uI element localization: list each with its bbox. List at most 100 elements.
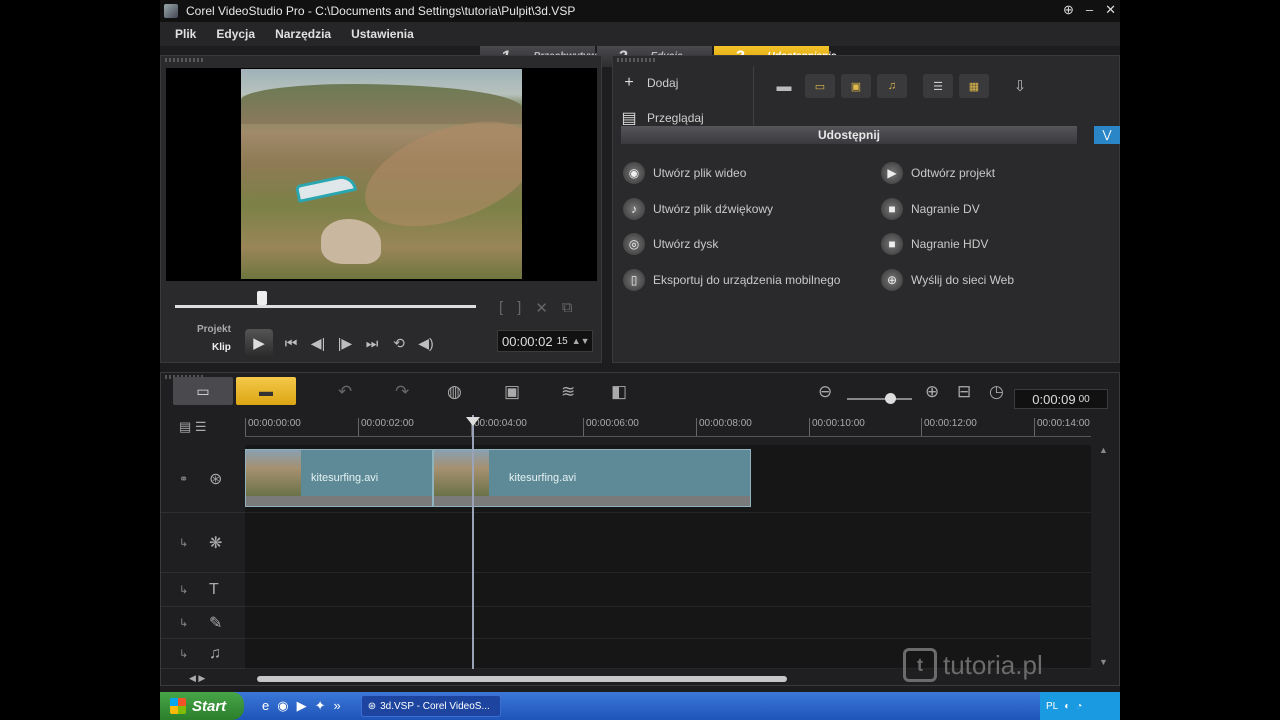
time-ruler[interactable]: 00:00:00:00 00:00:02:00 00:00:04:00 00:0… (245, 415, 1091, 437)
cut-icon[interactable]: ✕ (535, 299, 548, 317)
create-disc[interactable]: ◎ Utwórz dysk (623, 233, 718, 255)
audio-mixer-icon[interactable]: ▣ (504, 382, 520, 402)
repeat-icon[interactable]: ⟲ (390, 335, 408, 352)
menu-settings[interactable]: Ustawienia (341, 27, 424, 41)
list-view-button[interactable]: ☰ (923, 74, 953, 98)
previous-frame-icon[interactable]: ◀| (309, 335, 327, 352)
fit-project-icon[interactable]: ⊟ (957, 382, 971, 402)
create-audio-file[interactable]: ♪ Utwórz plik dźwiękowy (623, 198, 773, 220)
tray-icon[interactable]: ◔ (1076, 701, 1082, 712)
hdv-recording[interactable]: ■ Nagranie HDV (881, 233, 988, 255)
home-icon[interactable]: ⏮ (282, 335, 300, 352)
video-track-header: ⚭ ⊛ (161, 445, 245, 513)
volume-icon[interactable]: ◀) (417, 335, 435, 352)
mode-clip[interactable]: Klip (212, 342, 231, 353)
voice-track[interactable] (245, 607, 1091, 639)
tray-icon[interactable]: ◐ (1064, 701, 1070, 712)
mark-in-icon[interactable]: [ (499, 299, 503, 317)
link-icon[interactable]: ⚭ (179, 472, 188, 485)
overlay-lock-icon[interactable]: ↳ (179, 536, 188, 549)
start-button[interactable]: Start (160, 692, 244, 720)
expand-icon[interactable]: ⋁ (1094, 126, 1120, 144)
overlay-track[interactable] (245, 513, 1091, 573)
minimize-icon[interactable]: – (1086, 2, 1093, 18)
help-icon[interactable]: ⊕ (1063, 2, 1074, 18)
videostudio-task-icon: ⊛ (367, 700, 377, 712)
zoom-out-icon[interactable]: ⊖ (818, 382, 832, 402)
playhead-handle[interactable] (466, 417, 480, 426)
photo-filter-button[interactable]: ▣ (841, 74, 871, 98)
browse-button[interactable]: ▤ Przeglądaj (621, 108, 703, 128)
clip-thumbnail (434, 450, 489, 496)
taskbar-task-videostudio[interactable]: ⊛ 3d.VSP - Corel VideoS... (360, 695, 501, 717)
close-icon[interactable]: ✕ (1105, 2, 1116, 18)
playhead[interactable] (472, 415, 474, 669)
add-button[interactable]: + Dodaj (621, 74, 678, 92)
play-project[interactable]: ▶ Odtwórz projekt (881, 162, 995, 184)
timecode-spinner-icon[interactable]: ▲▼ (572, 336, 590, 346)
mark-out-icon[interactable]: ] (517, 299, 521, 317)
menu-edit[interactable]: Edycja (206, 27, 265, 41)
horizontal-scrollbar[interactable] (257, 676, 787, 682)
share-panel: + Dodaj ▤ Przeglądaj ▬ ▭ ▣ ♫ ☰ ▦ ⇩ Udost… (612, 55, 1120, 363)
create-video-file[interactable]: ◉ Utwórz plik wideo (623, 162, 746, 184)
mode-project[interactable]: Projekt (197, 324, 231, 335)
firefox-icon[interactable]: ◉ (277, 698, 288, 714)
audio-filter-button[interactable]: ♫ (877, 74, 907, 98)
trim-controls: [ ] ✕ ⧉ (499, 299, 573, 317)
panel-grip[interactable] (165, 58, 205, 62)
video-clip[interactable]: kitesurfing.avi (245, 449, 433, 507)
title-track[interactable] (245, 573, 1091, 607)
export-mobile[interactable]: ▯ Eksportuj do urządzenia mobilnego (623, 269, 840, 291)
panel-grip[interactable] (617, 58, 657, 62)
preview-screen (166, 68, 597, 281)
upload-web[interactable]: ⊕ Wyślij do sieci Web (881, 269, 1014, 291)
voice-lock-icon[interactable]: ↳ (179, 616, 188, 629)
menu-file[interactable]: Plik (160, 27, 206, 41)
end-icon[interactable]: ⏭ (363, 335, 381, 352)
taskbar: Start e ◉ ▶ ✦ » ⊛ 3d.VSP - Corel VideoS.… (160, 692, 1120, 720)
scrub-handle[interactable] (257, 291, 268, 305)
storyboard-view-button[interactable]: ▭ (173, 377, 233, 405)
music-track-header: ↳ ♫ (161, 639, 245, 669)
dv-recording[interactable]: ■ Nagranie DV (881, 198, 980, 220)
auto-music-icon[interactable]: ≋ (561, 382, 575, 402)
undo-icon[interactable]: ↶ (338, 382, 352, 402)
enlarge-icon[interactable]: ⧉ (562, 299, 573, 317)
scroll-arrows[interactable]: ◀ ▶ (189, 673, 205, 684)
zoom-handle[interactable] (885, 393, 896, 404)
title-track-header: ↳ T (161, 573, 245, 607)
play-button[interactable]: ▶ (245, 329, 273, 357)
track-manager-icon[interactable]: ▤ ☰ (179, 419, 207, 435)
scroll-down-icon[interactable]: ▼ (1099, 657, 1108, 667)
redo-icon[interactable]: ↷ (395, 382, 409, 402)
video-clip[interactable]: kitesurfing.avi (433, 449, 751, 507)
video-filter-button[interactable]: ▭ (805, 74, 835, 98)
folder-icon[interactable]: ▬ (769, 74, 799, 98)
record-capture-icon[interactable]: ◍ (447, 382, 462, 402)
show-desktop-icon[interactable]: » (333, 698, 340, 714)
title-track-icon: T (209, 580, 219, 598)
projector-icon: ▶ (881, 162, 903, 184)
timecode-display[interactable]: 00:00:02 15 ▲▼ (497, 330, 593, 352)
scrub-bar[interactable] (175, 305, 476, 308)
video-track[interactable]: kitesurfing.avi kitesurfing.avi (245, 445, 1091, 513)
ie-icon[interactable]: e (262, 698, 269, 714)
timeline-view-button[interactable]: ▬ (236, 377, 296, 405)
language-indicator[interactable]: PL (1046, 701, 1058, 712)
menu-tools[interactable]: Narzędzia (265, 27, 341, 41)
thumbnail-view-button[interactable]: ▦ (959, 74, 989, 98)
motion-track-icon[interactable]: ◧ (611, 382, 627, 402)
clip-thumbnail (246, 450, 301, 496)
music-lock-icon[interactable]: ↳ (179, 647, 188, 660)
sort-icon[interactable]: ⇩ (1005, 74, 1035, 98)
media-player-icon[interactable]: ▶ (297, 698, 307, 714)
next-frame-icon[interactable]: |▶ (336, 335, 354, 352)
zoom-in-icon[interactable]: ⊕ (925, 382, 939, 402)
title-bar: Corel VideoStudio Pro - C:\Documents and… (160, 0, 1120, 22)
messenger-icon[interactable]: ✦ (315, 698, 326, 714)
zoom-slider[interactable] (847, 398, 912, 400)
title-lock-icon[interactable]: ↳ (179, 583, 188, 596)
camcorder-icon: ■ (881, 198, 903, 220)
scroll-up-icon[interactable]: ▲ (1099, 445, 1108, 455)
